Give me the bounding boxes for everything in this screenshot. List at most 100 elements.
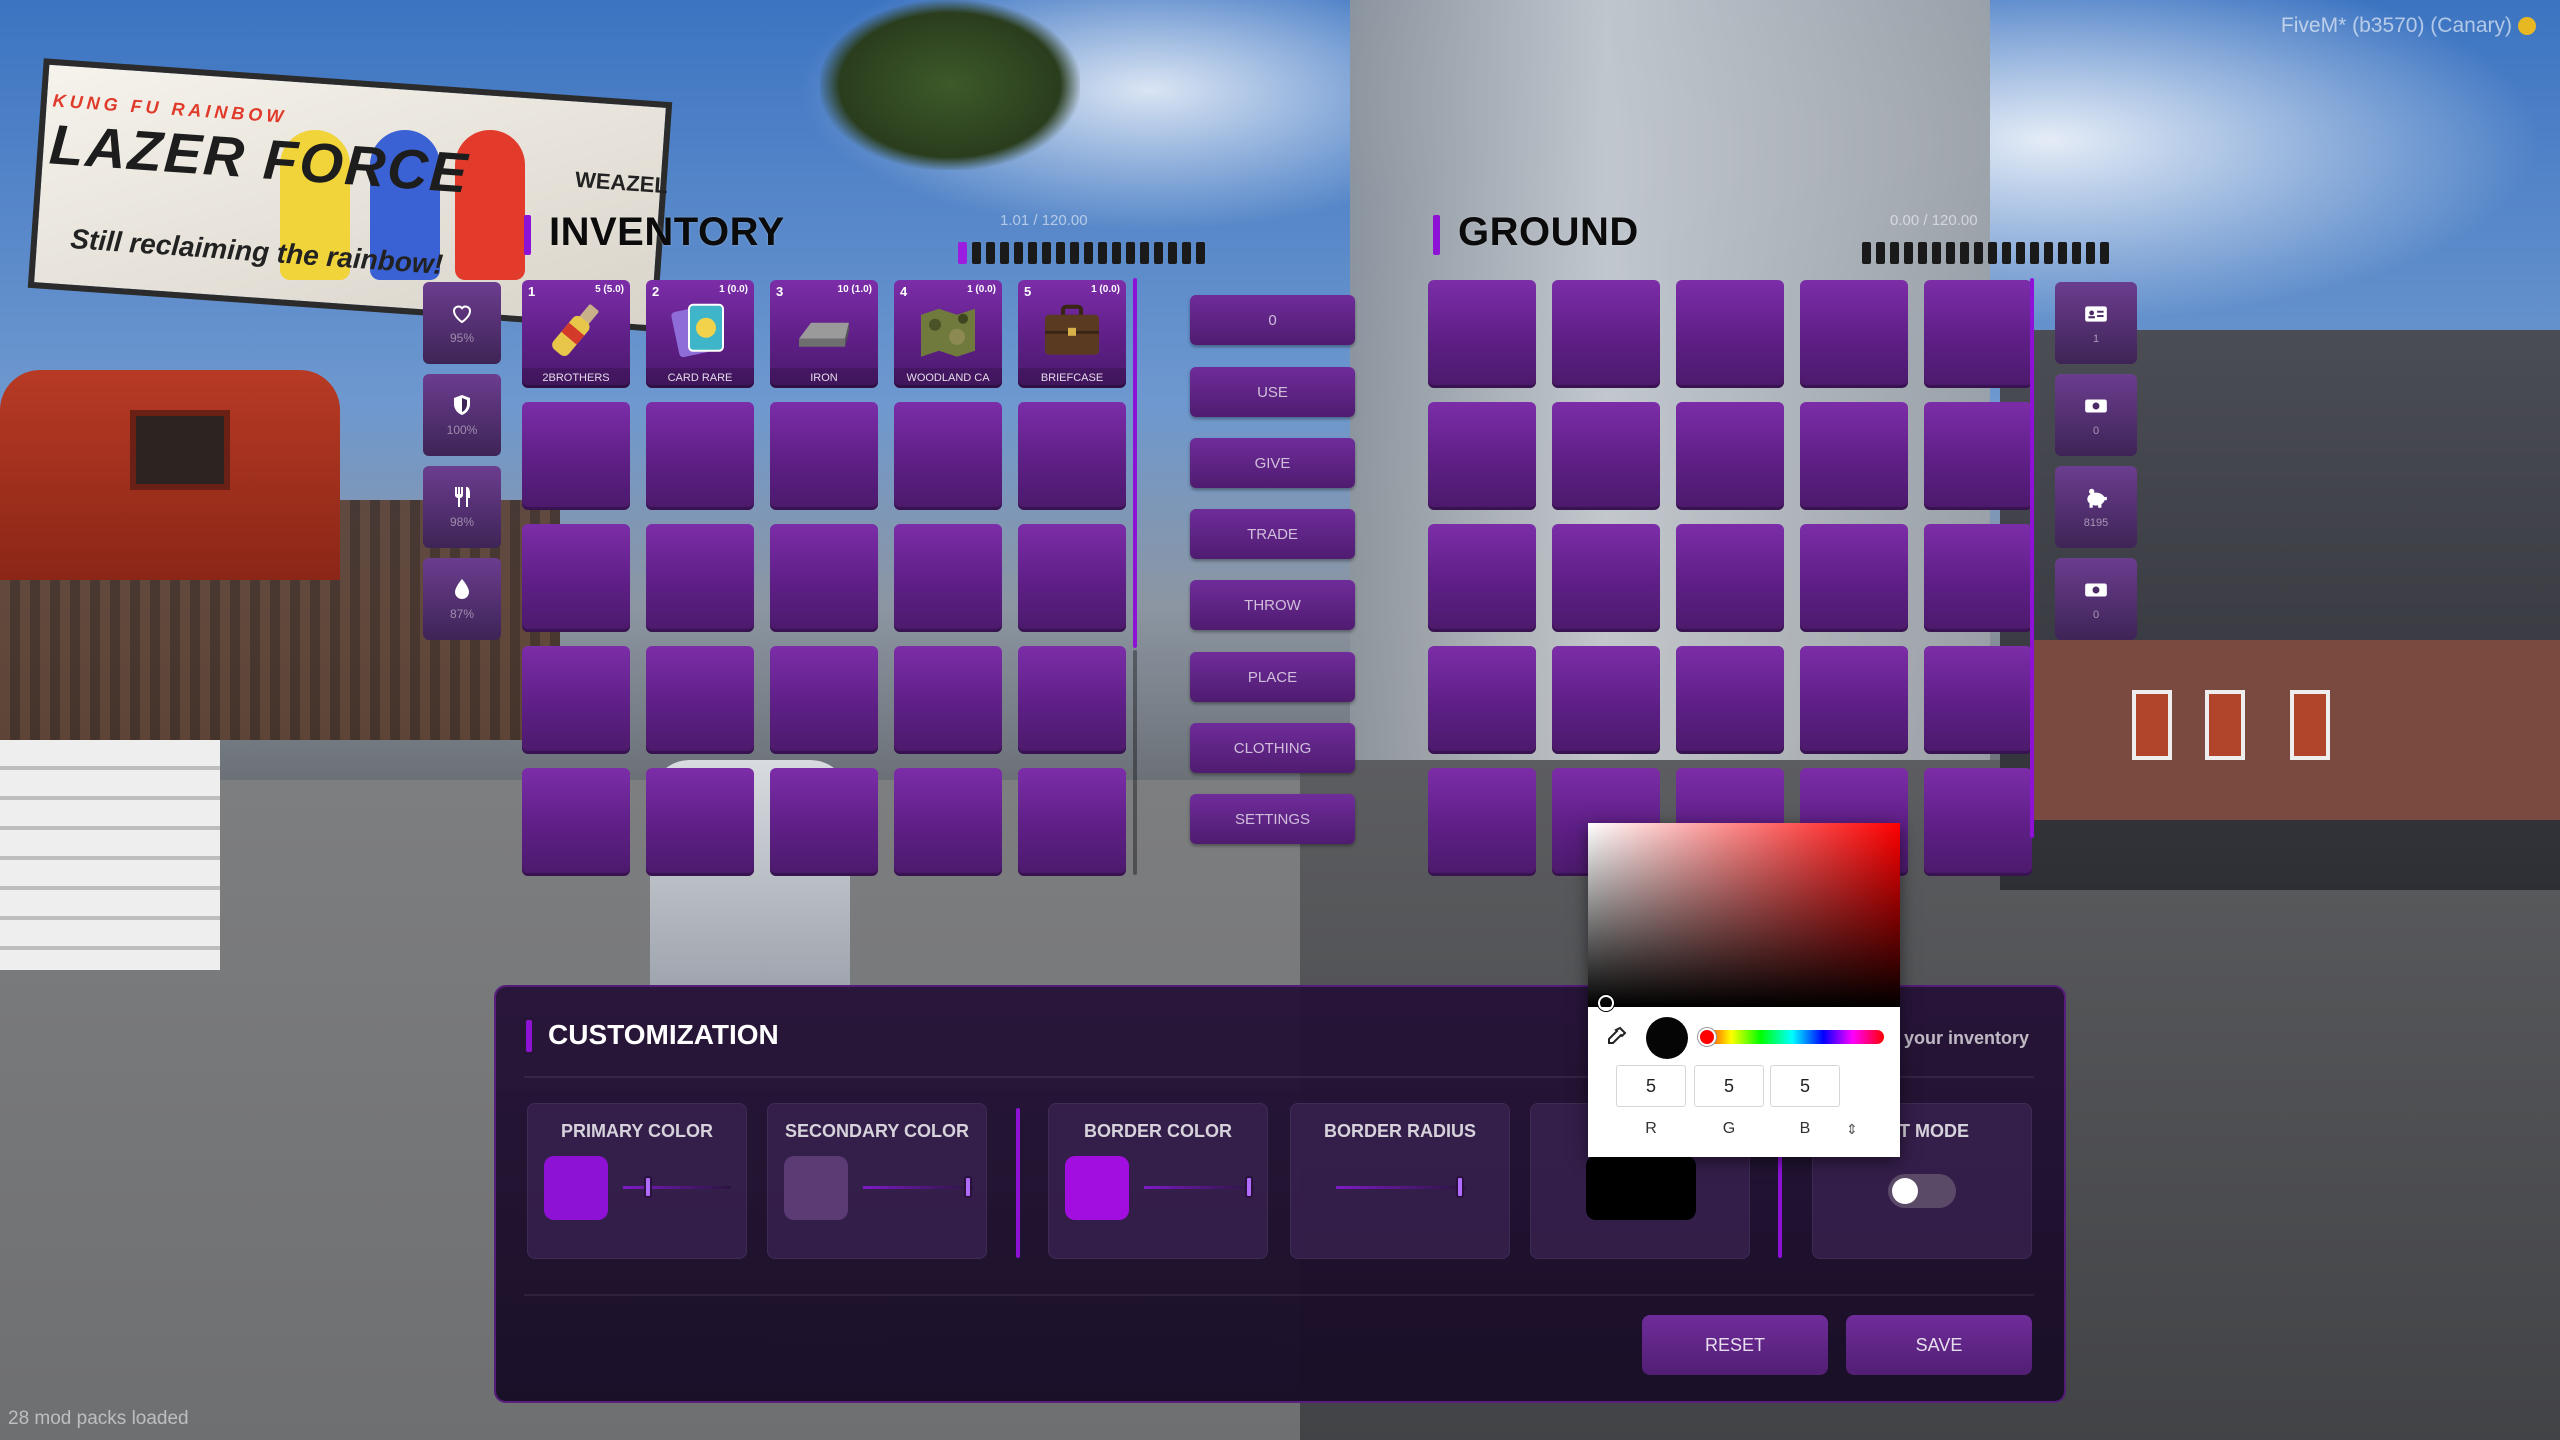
compact-mode-toggle[interactable] xyxy=(1888,1174,1956,1208)
health-stat: 95% xyxy=(423,282,501,364)
give-button[interactable]: GIVE xyxy=(1190,438,1355,488)
empty-slot[interactable] xyxy=(770,646,878,754)
empty-slot[interactable] xyxy=(1018,524,1126,632)
border-color-slider[interactable] xyxy=(1144,1186,1254,1189)
primary-color-slider-handle[interactable] xyxy=(644,1176,652,1198)
text-color-swatch[interactable] xyxy=(1586,1156,1696,1220)
secondary-color-slider[interactable] xyxy=(863,1186,973,1189)
empty-slot[interactable] xyxy=(894,646,1002,754)
primary-color-slider[interactable] xyxy=(623,1186,731,1189)
id-card-stat[interactable]: 1 xyxy=(2055,282,2137,364)
secondary-color-swatch[interactable] xyxy=(784,1156,848,1220)
save-button[interactable]: SAVE xyxy=(1846,1315,2032,1375)
empty-slot[interactable] xyxy=(1800,402,1908,510)
empty-slot[interactable] xyxy=(1676,280,1784,388)
empty-slot[interactable] xyxy=(1018,402,1126,510)
empty-slot[interactable] xyxy=(1018,768,1126,876)
empty-slot[interactable] xyxy=(646,524,754,632)
secondary-color-card: SECONDARY COLOR xyxy=(767,1103,987,1259)
hue-slider[interactable] xyxy=(1700,1030,1884,1044)
throw-button[interactable]: THROW xyxy=(1190,580,1355,630)
empty-slot[interactable] xyxy=(1552,524,1660,632)
empty-slot[interactable] xyxy=(1428,524,1536,632)
inventory-slot[interactable]: 3 10 (1.0) IRON xyxy=(770,280,878,388)
empty-slot[interactable] xyxy=(1924,524,2032,632)
background-trailer-window xyxy=(130,410,230,490)
blue-input[interactable]: 5 xyxy=(1770,1065,1840,1107)
background-brick-wall xyxy=(0,740,220,970)
empty-slot[interactable] xyxy=(1552,402,1660,510)
empty-slot[interactable] xyxy=(1924,280,2032,388)
slot-count: 10 (1.0) xyxy=(837,284,872,295)
red-input[interactable]: 5 xyxy=(1616,1065,1686,1107)
inventory-slot[interactable]: 5 1 (0.0) BRIEFCASE xyxy=(1018,280,1126,388)
empty-slot[interactable] xyxy=(1924,402,2032,510)
id-card-value: 1 xyxy=(2092,333,2100,345)
bank-stat[interactable]: 8195 xyxy=(2055,466,2137,548)
weight-segment xyxy=(2058,242,2067,264)
empty-slot[interactable] xyxy=(770,402,878,510)
settings-button[interactable]: SETTINGS xyxy=(1190,794,1355,844)
format-toggle-icon[interactable]: ⇕ xyxy=(1846,1121,1858,1138)
inventory-slot[interactable]: 4 1 (0.0) WOODLAND CA xyxy=(894,280,1002,388)
empty-slot[interactable] xyxy=(646,646,754,754)
amount-input[interactable]: 0 xyxy=(1190,295,1355,345)
saturation-area[interactable] xyxy=(1588,823,1900,1007)
empty-slot[interactable] xyxy=(522,768,630,876)
slot-number: 2 xyxy=(652,284,660,299)
saturation-handle[interactable] xyxy=(1598,995,1614,1011)
empty-slot[interactable] xyxy=(1676,646,1784,754)
reset-button[interactable]: RESET xyxy=(1642,1315,1828,1375)
empty-slot[interactable] xyxy=(894,768,1002,876)
empty-slot[interactable] xyxy=(1800,280,1908,388)
border-radius-slider-handle[interactable] xyxy=(1456,1176,1464,1198)
inventory-slot[interactable]: 1 5 (5.0) 2BROTHERS xyxy=(522,280,630,388)
black-money-stat[interactable]: 0 xyxy=(2055,558,2137,640)
border-color-slider-handle[interactable] xyxy=(1245,1176,1253,1198)
background-poster xyxy=(2290,690,2330,760)
place-button[interactable]: PLACE xyxy=(1190,652,1355,702)
empty-slot[interactable] xyxy=(1428,646,1536,754)
secondary-color-slider-handle[interactable] xyxy=(964,1176,972,1198)
empty-slot[interactable] xyxy=(1676,402,1784,510)
empty-slot[interactable] xyxy=(1428,768,1536,876)
empty-slot[interactable] xyxy=(1018,646,1126,754)
empty-slot[interactable] xyxy=(522,646,630,754)
weight-segment xyxy=(1154,242,1163,264)
empty-slot[interactable] xyxy=(1552,646,1660,754)
empty-slot[interactable] xyxy=(646,768,754,876)
primary-color-swatch[interactable] xyxy=(544,1156,608,1220)
trade-button[interactable]: TRADE xyxy=(1190,509,1355,559)
empty-slot[interactable] xyxy=(1800,524,1908,632)
eyedropper-icon[interactable] xyxy=(1604,1025,1628,1049)
id-card-icon xyxy=(2085,306,2107,322)
use-button[interactable]: USE xyxy=(1190,367,1355,417)
customization-hint: your inventory xyxy=(1904,1028,2030,1048)
background-poster xyxy=(2132,690,2172,760)
border-radius-slider[interactable] xyxy=(1336,1186,1466,1189)
inventory-slot[interactable]: 2 1 (0.0) CARD RARE xyxy=(646,280,754,388)
empty-slot[interactable] xyxy=(646,402,754,510)
slot-count: 1 (0.0) xyxy=(1091,284,1120,295)
cash-stat[interactable]: 0 xyxy=(2055,374,2137,456)
weight-segment xyxy=(1960,242,1969,264)
empty-slot[interactable] xyxy=(522,524,630,632)
border-color-swatch[interactable] xyxy=(1065,1156,1129,1220)
empty-slot[interactable] xyxy=(770,524,878,632)
green-input[interactable]: 5 xyxy=(1694,1065,1764,1107)
empty-slot[interactable] xyxy=(894,402,1002,510)
empty-slot[interactable] xyxy=(1676,524,1784,632)
empty-slot[interactable] xyxy=(1924,646,2032,754)
hue-slider-handle[interactable] xyxy=(1698,1028,1716,1046)
empty-slot[interactable] xyxy=(1924,768,2032,876)
empty-slot[interactable] xyxy=(894,524,1002,632)
empty-slot[interactable] xyxy=(1428,280,1536,388)
empty-slot[interactable] xyxy=(770,768,878,876)
empty-slot[interactable] xyxy=(1552,280,1660,388)
health-value: 95% xyxy=(449,331,475,345)
empty-slot[interactable] xyxy=(1800,646,1908,754)
empty-slot[interactable] xyxy=(522,402,630,510)
empty-slot[interactable] xyxy=(1428,402,1536,510)
clothing-button[interactable]: CLOTHING xyxy=(1190,723,1355,773)
weight-segment xyxy=(1000,242,1009,264)
